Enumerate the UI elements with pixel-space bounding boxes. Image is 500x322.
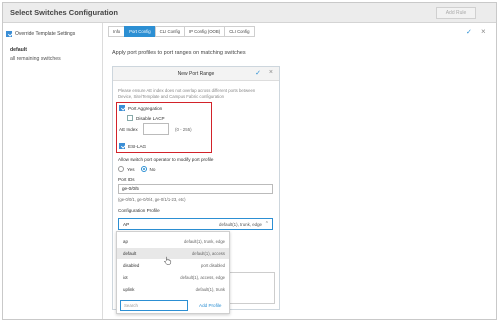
option-name: disabled (123, 263, 140, 268)
config-profile-dropdown: ap default(1), trunk, edge default defau… (116, 231, 230, 314)
dropdown-option-iot[interactable]: iot default(1), access, edge (117, 272, 229, 283)
confirm-check-icon[interactable]: ✓ (466, 28, 472, 36)
description-textarea[interactable] (228, 272, 275, 304)
radio-no-label: No (149, 166, 156, 172)
tab-ip-config-oob[interactable]: IP Config (OOB) (183, 26, 225, 37)
add-rule-button[interactable]: Add Rule (436, 7, 476, 19)
add-profile-link[interactable]: Add Profile (199, 303, 221, 308)
ae-index-input[interactable] (143, 123, 169, 135)
port-aggregation-checkbox[interactable] (119, 105, 125, 111)
dropdown-option-disabled[interactable]: disabled port disabled (117, 260, 229, 271)
option-desc: default(1), trunk, edge (184, 239, 225, 244)
option-name: uplink (123, 287, 135, 292)
option-desc: default(1), access (191, 251, 225, 256)
port-aggregation-row[interactable]: Port Aggregation (119, 105, 162, 111)
override-label: Override Template Settings (15, 31, 76, 37)
override-checkbox[interactable] (6, 31, 12, 37)
port-ids-input[interactable]: ge-0/0/5 (118, 184, 273, 194)
esi-lag-checkbox[interactable] (119, 143, 125, 149)
allow-modify-radios: Yes No (118, 166, 155, 172)
disable-lacp-label: Disable LACP (136, 115, 165, 121)
option-name: default (123, 251, 137, 256)
dropdown-option-default[interactable]: default default(1), access (117, 248, 229, 259)
radio-yes[interactable] (118, 166, 124, 172)
dropdown-search-input[interactable]: Search (120, 300, 188, 311)
config-profile-label: Configuration Profile (118, 208, 160, 213)
radio-no[interactable] (140, 166, 147, 172)
ae-index-warning: Please ensure AE index does not overlap … (118, 88, 256, 99)
disable-lacp-row[interactable]: Disable LACP (127, 115, 165, 121)
panel-header: New Port Range ✓ × (113, 67, 279, 81)
tab-cli-config-2[interactable]: CLI Config (224, 26, 255, 37)
port-aggregation-label: Port Aggregation (128, 105, 163, 111)
tab-port-config[interactable]: Port Config (124, 26, 155, 37)
config-tabs: Info Port Config CLI Config IP Config (O… (108, 26, 255, 37)
config-profile-selected: AP (123, 222, 130, 227)
config-profile-select[interactable]: AP default(1), trunk, edge ⌃ (118, 218, 273, 230)
option-desc: default(1), access, edge (180, 275, 225, 280)
port-ids-hint: (ge-0/0/1, ge-0/0/4, ge-0/1/1-23, etc) (118, 197, 186, 202)
close-icon[interactable]: × (481, 27, 486, 36)
chevron-up-icon: ⌃ (264, 221, 269, 227)
disable-lacp-checkbox[interactable] (127, 115, 133, 121)
ae-index-range: (0 - 255) (175, 127, 192, 132)
radio-yes-label: Yes (127, 166, 135, 172)
option-name: ap (123, 239, 128, 244)
allow-modify-label: Allow switch port operator to modify por… (118, 157, 214, 162)
esi-lag-row[interactable]: ESI-LAG (119, 143, 146, 149)
sidebar: Override Template Settings default all r… (3, 23, 103, 319)
panel-confirm-check-icon[interactable]: ✓ (255, 69, 261, 77)
hand-cursor-icon (164, 256, 172, 265)
sidebar-item-default[interactable]: default (10, 47, 27, 53)
tab-info[interactable]: Info (108, 26, 125, 37)
sidebar-item-remaining[interactable]: all remaining switches (10, 56, 61, 62)
window-title: Select Switches Configuration (10, 8, 118, 17)
section-title: Apply port profiles to port ranges on ma… (112, 50, 246, 56)
panel-title: New Port Range (177, 71, 215, 77)
panel-close-icon[interactable]: × (269, 69, 273, 76)
dropdown-option-ap[interactable]: ap default(1), trunk, edge (117, 236, 229, 247)
dropdown-option-uplink[interactable]: uplink default(1), trunk (117, 284, 229, 295)
config-profile-selected-desc: default(1), trunk, edge (219, 222, 262, 227)
port-ids-label: Port IDs (118, 177, 135, 182)
esi-lag-label: ESI-LAG (128, 143, 147, 149)
option-desc: port disabled (201, 263, 225, 268)
window-header: Select Switches Configuration Add Rule (3, 3, 496, 23)
option-desc: default(1), trunk (195, 287, 225, 292)
option-name: iot (123, 275, 128, 280)
ae-index-label: AE Index (119, 127, 138, 132)
override-template-row[interactable]: Override Template Settings (6, 29, 75, 39)
tab-cli-config[interactable]: CLI Config (154, 26, 184, 37)
